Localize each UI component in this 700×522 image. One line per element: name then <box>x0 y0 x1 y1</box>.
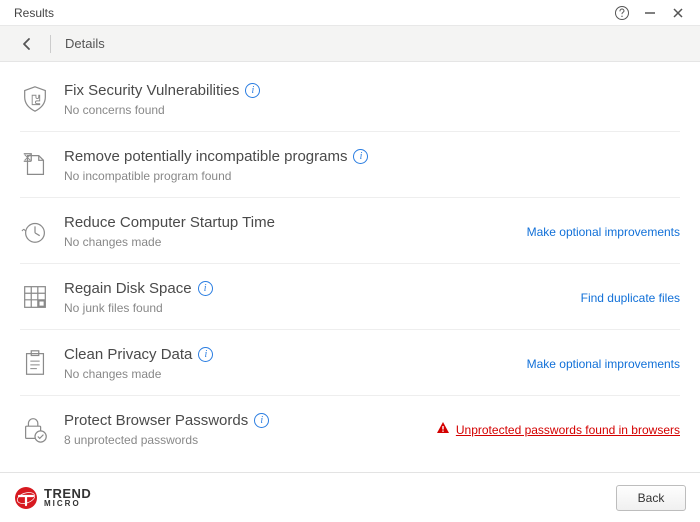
brand-text-2: MICRO <box>44 500 91 507</box>
result-row-incompatible: Remove potentially incompatible programs… <box>20 132 680 198</box>
result-row-passwords: Protect Browser Passwords i 8 unprotecte… <box>20 396 680 461</box>
shield-puzzle-icon <box>20 82 64 114</box>
results-list: Fix Security Vulnerabilities i No concer… <box>0 62 700 461</box>
breadcrumb: Details <box>65 36 105 51</box>
info-icon[interactable]: i <box>245 83 260 98</box>
row-title: Clean Privacy Data <box>64 346 192 363</box>
close-icon[interactable] <box>664 0 692 26</box>
action-link[interactable]: Make optional improvements <box>527 357 680 371</box>
result-row-disk: Regain Disk Space i No junk files found … <box>20 264 680 330</box>
warning-link[interactable]: Unprotected passwords found in browsers <box>456 423 680 437</box>
row-subtitle: No junk files found <box>64 301 581 315</box>
back-icon[interactable] <box>18 35 36 53</box>
row-subtitle: No changes made <box>64 367 527 381</box>
row-title: Remove potentially incompatible programs <box>64 148 347 165</box>
action-link[interactable]: Find duplicate files <box>581 291 680 305</box>
warning-icon <box>436 421 450 438</box>
subheader: Details <box>0 26 700 62</box>
row-subtitle: 8 unprotected passwords <box>64 433 436 447</box>
broken-doc-icon <box>20 148 64 180</box>
help-icon[interactable] <box>608 0 636 26</box>
row-subtitle: No changes made <box>64 235 527 249</box>
row-subtitle: No incompatible program found <box>64 169 680 183</box>
brand-logo: TREND MICRO <box>14 486 91 510</box>
row-title: Regain Disk Space <box>64 280 192 297</box>
row-title: Reduce Computer Startup Time <box>64 214 275 231</box>
window-title: Results <box>14 6 608 20</box>
action-link[interactable]: Make optional improvements <box>527 225 680 239</box>
row-title: Protect Browser Passwords <box>64 412 248 429</box>
info-icon[interactable]: i <box>198 347 213 362</box>
footer: TREND MICRO Back <box>0 472 700 522</box>
result-row-privacy: Clean Privacy Data i No changes made Mak… <box>20 330 680 396</box>
result-row-startup: Reduce Computer Startup Time No changes … <box>20 198 680 264</box>
brand-text-1: TREND <box>44 488 91 500</box>
clipboard-icon <box>20 346 64 378</box>
info-icon[interactable]: i <box>198 281 213 296</box>
info-icon[interactable]: i <box>353 149 368 164</box>
divider <box>50 35 51 53</box>
titlebar: Results <box>0 0 700 26</box>
info-icon[interactable]: i <box>254 413 269 428</box>
disk-grid-icon <box>20 280 64 312</box>
result-row-security: Fix Security Vulnerabilities i No concer… <box>20 62 680 132</box>
back-button[interactable]: Back <box>616 485 686 511</box>
row-title: Fix Security Vulnerabilities <box>64 82 239 99</box>
stopwatch-icon <box>20 214 64 246</box>
lock-check-icon <box>20 412 64 444</box>
row-subtitle: No concerns found <box>64 103 680 117</box>
minimize-icon[interactable] <box>636 0 664 26</box>
